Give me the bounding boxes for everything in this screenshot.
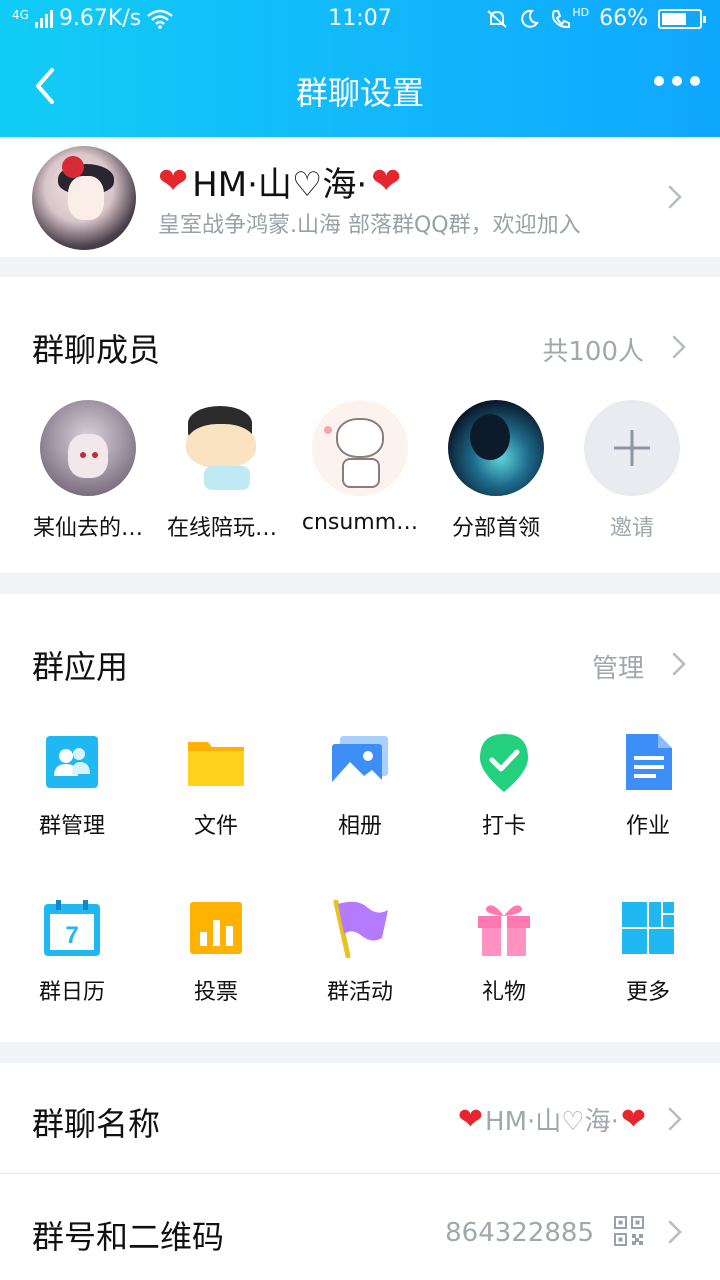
app-checkin[interactable]: 打卡: [444, 732, 564, 840]
chevron-right-icon: [668, 1107, 682, 1131]
member-name: 在线陪玩…: [166, 516, 277, 541]
group-name-row[interactable]: 群聊名称 ❤ HM·山♡海· ❤: [0, 1063, 720, 1173]
members-section: 群聊成员 共100人 某仙去的… 在线陪玩… cnsumm… 分部首领 邀请: [0, 277, 720, 573]
group-apps-section: 群应用 管理 群管理 文件 相册 打卡 作业 7 群日历 投票 群活动 礼物 更…: [0, 594, 720, 1042]
battery-percent: 66%: [599, 6, 648, 31]
group-avatar[interactable]: [32, 146, 136, 250]
folder-icon: [186, 732, 246, 792]
dot-icon: [690, 76, 700, 86]
checkin-icon: [474, 732, 534, 792]
app-label: 群管理: [38, 814, 105, 839]
group-id-value: 864322885: [445, 1218, 594, 1248]
heart-icon: ❤: [371, 160, 402, 202]
heart-icon: ❤: [620, 1101, 646, 1137]
member-item[interactable]: 分部首领: [431, 400, 561, 542]
app-album[interactable]: 相册: [300, 732, 420, 840]
app-homework[interactable]: 作业: [588, 732, 708, 840]
dot-icon: [672, 76, 682, 86]
nav-bar: 群聊设置: [0, 38, 720, 137]
plus-icon: [614, 430, 650, 466]
app-label: 文件: [193, 814, 238, 839]
chevron-right-icon[interactable]: [672, 652, 686, 676]
chevron-right-icon: [668, 1220, 682, 1244]
hd-call-icon: HD: [550, 6, 589, 30]
apps-title: 群应用: [32, 648, 129, 686]
app-label: 群日历: [38, 980, 105, 1005]
app-label: 群活动: [326, 980, 393, 1005]
qr-code-icon[interactable]: [614, 1216, 644, 1246]
member-name: cnsumm…: [301, 510, 419, 535]
app-gift[interactable]: 礼物: [444, 898, 564, 1006]
battery-fill: [662, 12, 686, 25]
member-count[interactable]: 共100人: [542, 331, 644, 368]
member-name: 分部首领: [451, 516, 540, 541]
more-button[interactable]: [654, 76, 700, 86]
app-label: 打卡: [481, 814, 526, 839]
app-activity[interactable]: 群活动: [300, 898, 420, 1006]
chevron-right-icon: [668, 185, 682, 209]
invite-label: 邀请: [609, 516, 654, 541]
app-more[interactable]: 更多: [588, 898, 708, 1006]
dot-icon: [654, 76, 664, 86]
gift-icon: [474, 898, 534, 958]
more-grid-icon: [618, 898, 678, 958]
group-name: ❤ HM·山♡海· ❤: [158, 157, 401, 206]
app-label: 投票: [193, 980, 238, 1005]
group-manage-icon: [42, 732, 102, 792]
member-name: 某仙去的…: [32, 516, 143, 541]
page-title: 群聊设置: [295, 74, 424, 112]
group-id-label: 群号和二维码: [32, 1218, 225, 1256]
group-description: 皇室战争鸿蒙.山海 部落群QQ群，欢迎加入: [158, 213, 581, 238]
app-label: 相册: [337, 814, 382, 839]
app-label: 礼物: [481, 980, 526, 1005]
group-id-row[interactable]: 群号和二维码 864322885: [0, 1174, 720, 1280]
app-vote[interactable]: 投票: [156, 898, 276, 1006]
member-avatar: [174, 400, 270, 496]
member-item[interactable]: cnsumm…: [295, 400, 425, 535]
calendar-icon: 7: [42, 898, 102, 958]
mute-bell-icon: [487, 9, 508, 28]
group-name-value-text: HM·山♡海·: [485, 1107, 619, 1137]
group-name-label: 群聊名称: [32, 1105, 161, 1143]
member-item[interactable]: 某仙去的…: [23, 400, 153, 542]
calendar-day: 7: [65, 922, 78, 949]
member-avatar: [312, 400, 408, 496]
group-name-text: HM·山♡海·: [192, 165, 368, 205]
invite-button[interactable]: 邀请: [567, 400, 697, 542]
manage-apps-link[interactable]: 管理: [592, 648, 644, 685]
homework-icon: [618, 732, 678, 792]
status-bar: 4G 9.67K/s 11:07 HD 66%: [0, 0, 720, 38]
flag-icon: [330, 898, 390, 959]
member-avatar: [448, 400, 544, 496]
title-bar: 4G 9.67K/s 11:07 HD 66% 群聊设置: [0, 0, 720, 137]
member-item[interactable]: 在线陪玩…: [157, 400, 287, 542]
members-title: 群聊成员: [32, 331, 161, 369]
heart-icon: ❤: [158, 160, 189, 202]
member-avatar: [40, 400, 136, 496]
moon-icon: [521, 9, 540, 28]
app-group-manage[interactable]: 群管理: [12, 732, 132, 840]
group-name-value: ❤ HM·山♡海· ❤: [458, 1101, 646, 1138]
heart-icon: ❤: [457, 1101, 484, 1137]
app-label: 更多: [625, 980, 670, 1005]
album-icon: [330, 732, 390, 792]
vote-icon: [186, 898, 246, 958]
app-label: 作业: [625, 814, 670, 839]
app-files[interactable]: 文件: [156, 732, 276, 840]
chevron-right-icon[interactable]: [672, 335, 686, 359]
invite-avatar: [584, 400, 680, 496]
group-profile-row[interactable]: ❤ HM·山♡海· ❤ 皇室战争鸿蒙.山海 部落群QQ群，欢迎加入: [0, 137, 720, 257]
battery-icon: [658, 8, 706, 29]
app-calendar[interactable]: 7 群日历: [12, 898, 132, 1006]
